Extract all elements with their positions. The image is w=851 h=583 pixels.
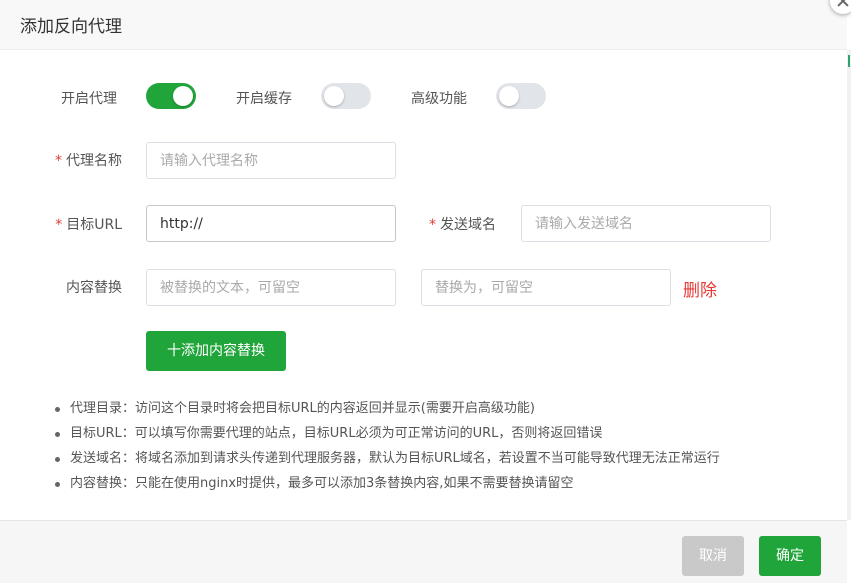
scrollbar-thumb[interactable] [848,55,850,67]
replace-from-input[interactable] [146,269,396,306]
tip-item: 目标URL：可以填写你需要代理的站点，目标URL必须为可正常访问的URL，否则将… [52,421,832,446]
required-mark: * [55,153,62,169]
proxy-name-label-text: 代理名称 [66,153,122,169]
tip-item: 代理目录：访问这个目录时将会把目标URL的内容返回并显示(需要开启高级功能) [52,396,832,421]
send-domain-input[interactable] [521,205,771,242]
required-mark: * [429,217,436,233]
proxy-name-label: * 代理名称 [40,150,122,170]
advanced-features-label: 高级功能 [411,91,467,107]
replace-to-input[interactable] [421,269,671,306]
target-url-label: * 目标URL [40,214,122,234]
cancel-button[interactable]: 取消 [682,536,744,576]
target-url-input[interactable] [146,205,396,242]
toggle-knob [173,86,193,106]
enable-cache-label: 开启缓存 [236,91,292,107]
enable-proxy-label: 开启代理 [61,91,117,107]
proxy-name-input[interactable] [146,142,396,179]
target-url-label-text: 目标URL [66,217,122,233]
enable-proxy-toggle[interactable] [146,83,196,109]
add-reverse-proxy-dialog: 添加反向代理 开启代理 开启缓存 高级功能 *代理名称 *目标URL *发送域名… [0,0,847,583]
dialog-title: 添加反向代理 [20,17,122,37]
tip-item: 内容替换：只能在使用nginx时提供，最多可以添加3条替换内容,如果不需要替换请… [52,471,832,496]
confirm-button[interactable]: 确定 [759,536,821,576]
toggle-knob [499,86,519,106]
advanced-features-toggle[interactable] [496,83,546,109]
tip-item: 发送域名：将域名添加到请求头传递到代理服务器，默认为目标URL域名，若设置不当可… [52,446,832,471]
delete-replace-link[interactable]: 删除 [683,276,717,301]
dialog-header: 添加反向代理 [0,0,847,50]
dialog-footer: 取消 确定 [0,520,847,583]
required-mark: * [55,217,63,233]
add-content-replace-button[interactable]: 十添加内容替换 [146,331,286,371]
help-tips-list: 代理目录：访问这个目录时将会把目标URL的内容返回并显示(需要开启高级功能) 目… [52,396,832,496]
toggle-knob [324,86,344,106]
send-domain-label-text: 发送域名 [440,217,496,233]
enable-cache-toggle[interactable] [321,83,371,109]
scrollbar[interactable] [847,50,851,520]
send-domain-label: * 发送域名 [410,214,496,234]
content-replace-label: 内容替换 [66,280,122,296]
